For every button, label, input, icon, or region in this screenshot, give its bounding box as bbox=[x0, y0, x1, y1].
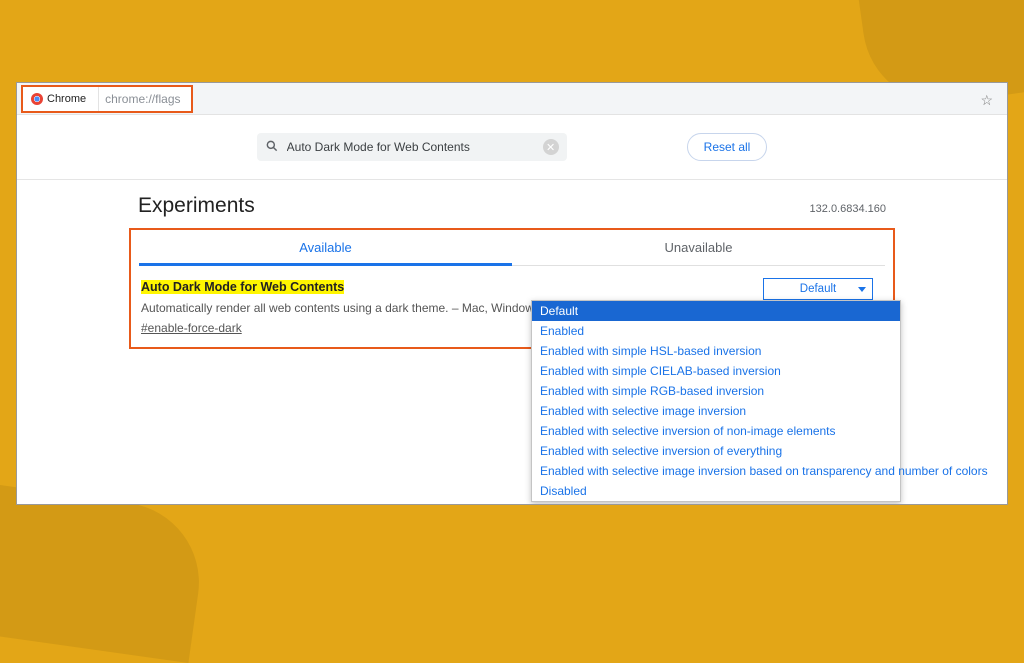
tabs: Available Unavailable bbox=[139, 230, 885, 266]
experiments-area-annotated: Available Unavailable Auto Dark Mode for… bbox=[129, 228, 895, 349]
address-url[interactable]: chrome://flags bbox=[98, 87, 190, 111]
search-row: ✕ Reset all bbox=[17, 133, 1007, 180]
bookmark-star-icon[interactable]: ☆ bbox=[980, 92, 993, 109]
dropdown-option[interactable]: Enabled with simple HSL-based inversion bbox=[532, 341, 900, 361]
address-box-annotated: Chrome chrome://flags bbox=[21, 85, 193, 113]
flag-hash-link[interactable]: #enable-force-dark bbox=[141, 319, 242, 337]
search-input[interactable] bbox=[287, 140, 543, 154]
flag-row: Auto Dark Mode for Web Contents Automati… bbox=[139, 266, 885, 341]
chrome-version: 132.0.6834.160 bbox=[810, 203, 886, 215]
flag-dropdown: Default Enabled Enabled with simple HSL-… bbox=[531, 300, 901, 502]
reset-all-button[interactable]: Reset all bbox=[687, 133, 768, 161]
dropdown-option[interactable]: Enabled with simple RGB-based inversion bbox=[532, 381, 900, 401]
chrome-label: Chrome bbox=[23, 93, 94, 105]
tab-unavailable[interactable]: Unavailable bbox=[512, 230, 885, 265]
dropdown-option[interactable]: Default bbox=[532, 301, 900, 321]
dropdown-option[interactable]: Enabled with selective image inversion b… bbox=[532, 461, 900, 481]
page-content: ✕ Reset all Experiments 132.0.6834.160 A… bbox=[17, 115, 1007, 349]
flags-search-box[interactable]: ✕ bbox=[257, 133, 567, 161]
address-bar: Chrome chrome://flags ☆ bbox=[17, 83, 1007, 115]
clear-search-icon[interactable]: ✕ bbox=[543, 139, 559, 155]
search-icon bbox=[265, 139, 279, 156]
dropdown-option[interactable]: Enabled bbox=[532, 321, 900, 341]
flag-title: Auto Dark Mode for Web Contents bbox=[141, 280, 344, 294]
flag-select[interactable]: Default bbox=[763, 278, 873, 300]
browser-window: Chrome chrome://flags ☆ ✕ Reset all Expe… bbox=[16, 82, 1008, 505]
chrome-icon bbox=[31, 93, 43, 105]
dropdown-option[interactable]: Disabled bbox=[532, 481, 900, 501]
page-title: Experiments bbox=[138, 194, 810, 218]
flag-select-value: Default bbox=[800, 283, 836, 295]
tab-available[interactable]: Available bbox=[139, 230, 512, 266]
dropdown-option[interactable]: Enabled with selective image inversion bbox=[532, 401, 900, 421]
heading-row: Experiments 132.0.6834.160 bbox=[138, 180, 886, 228]
dropdown-option[interactable]: Enabled with simple CIELAB-based inversi… bbox=[532, 361, 900, 381]
dropdown-option[interactable]: Enabled with selective inversion of ever… bbox=[532, 441, 900, 461]
dropdown-option[interactable]: Enabled with selective inversion of non-… bbox=[532, 421, 900, 441]
chrome-label-text: Chrome bbox=[47, 93, 86, 105]
decorative-shape bbox=[0, 481, 209, 663]
